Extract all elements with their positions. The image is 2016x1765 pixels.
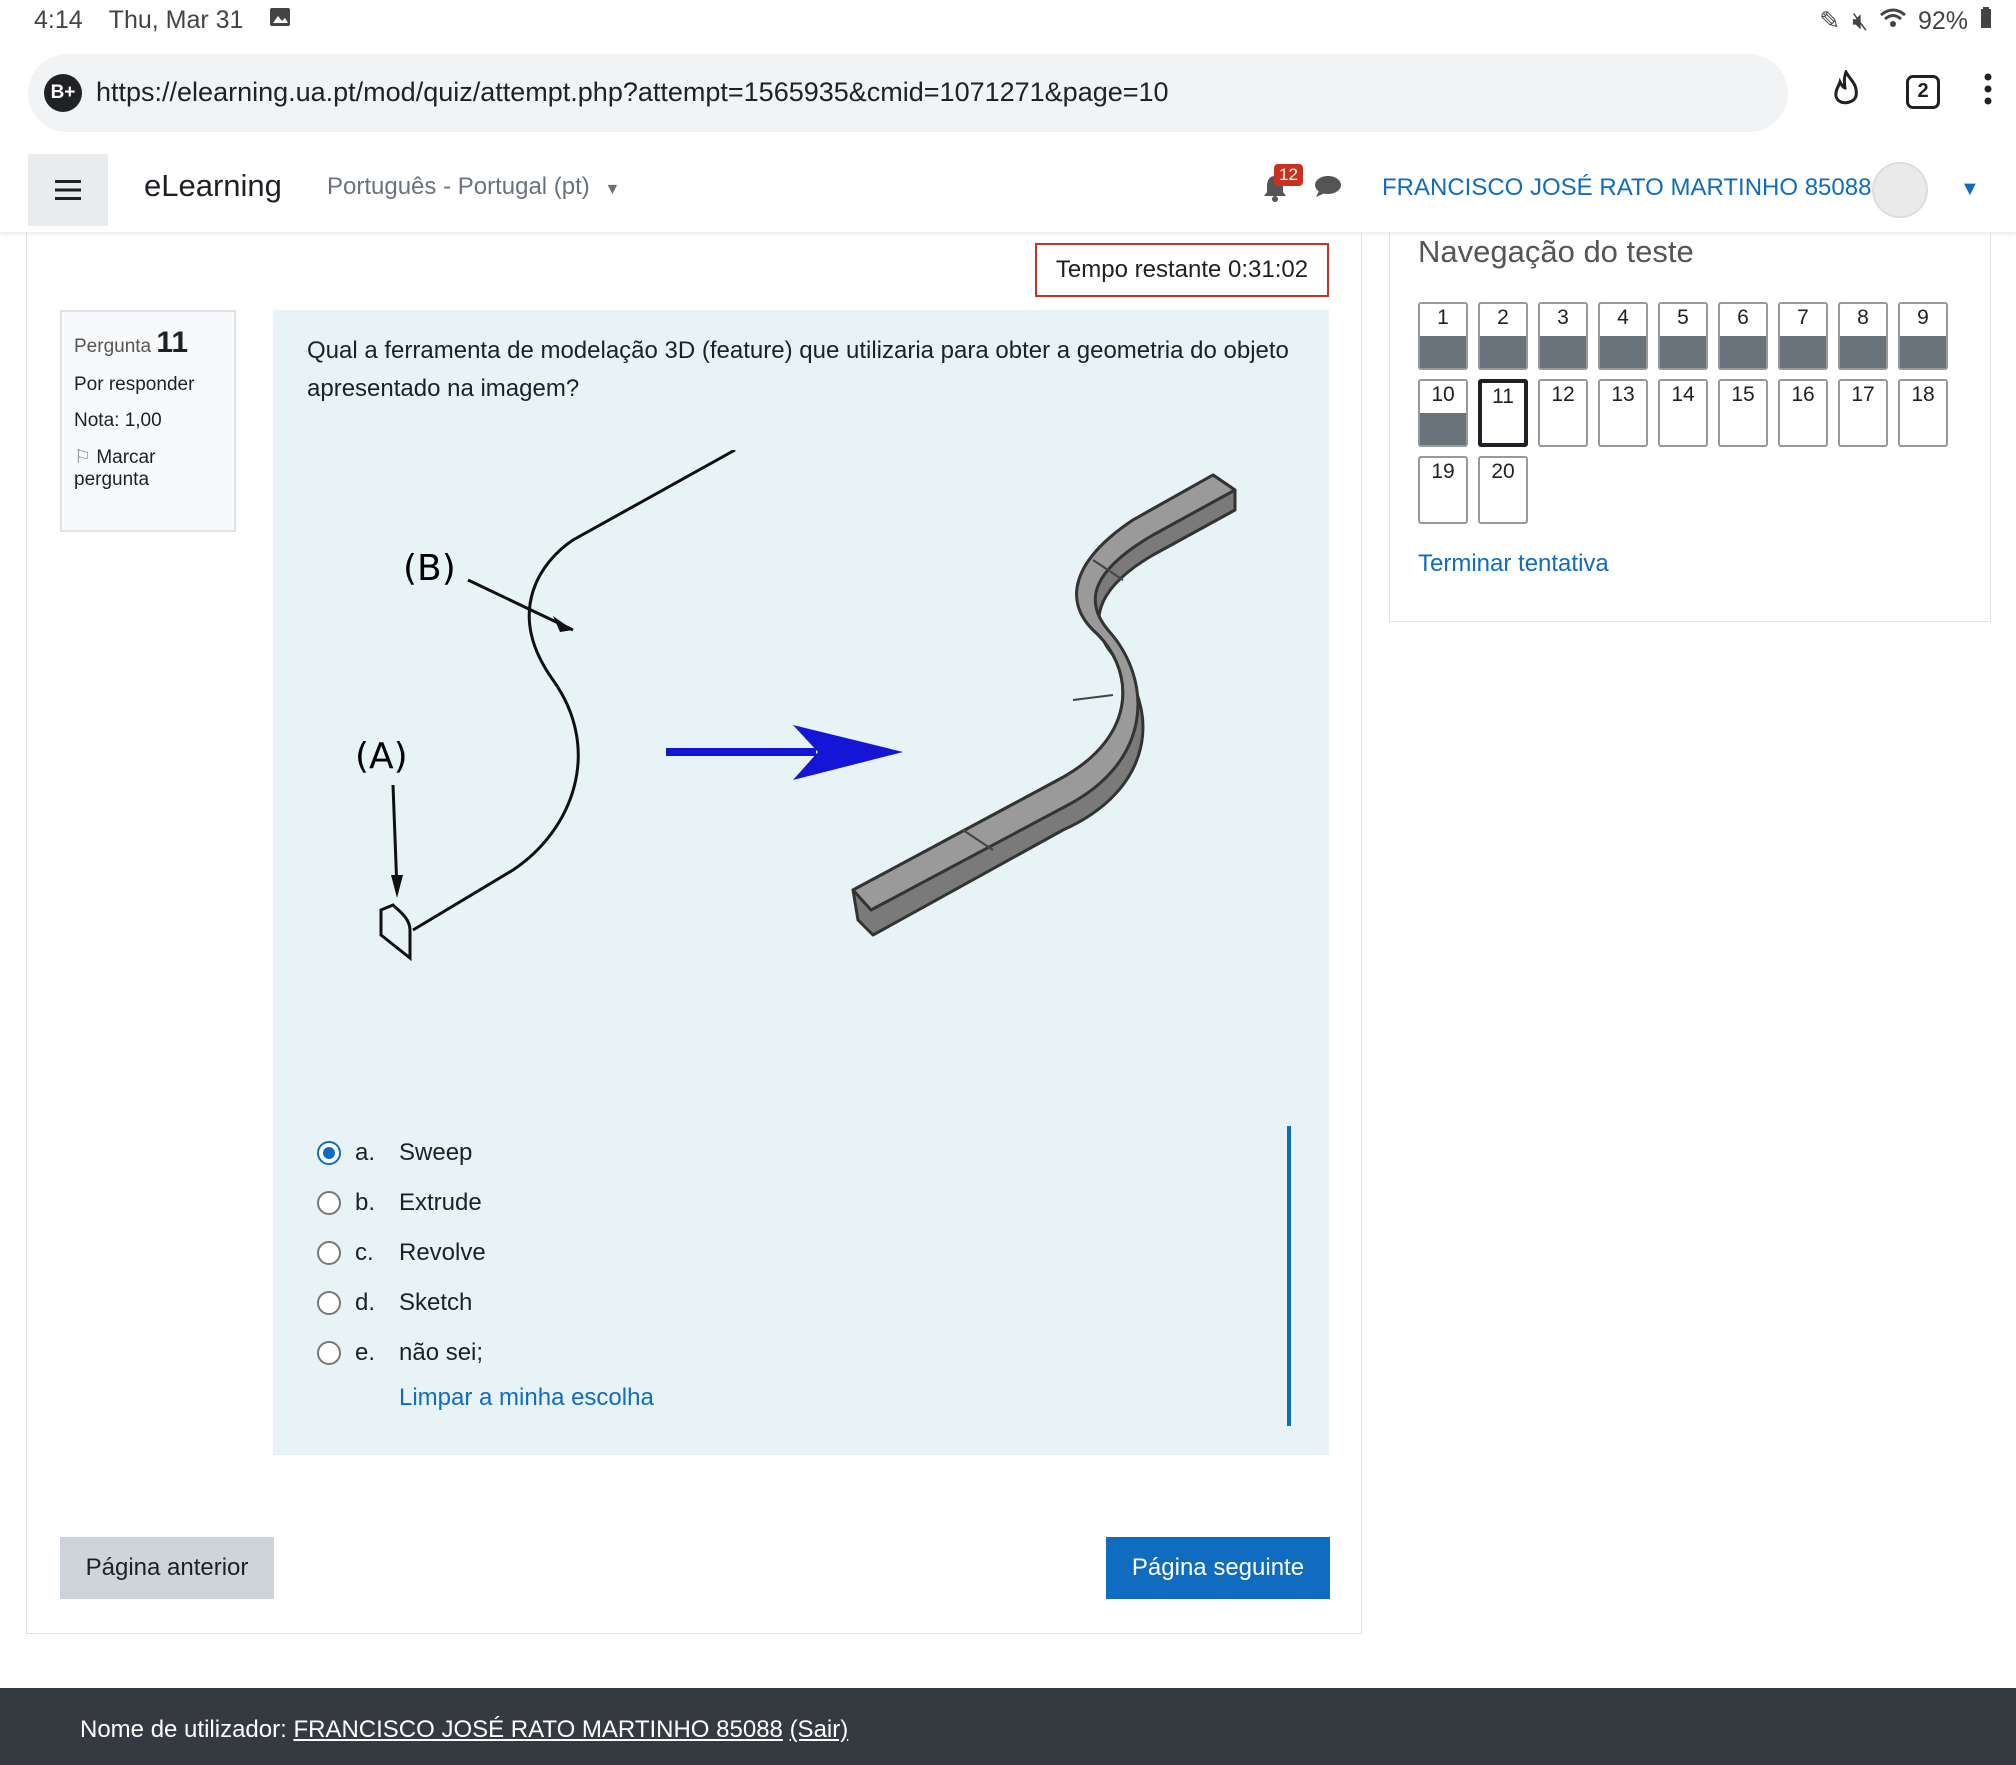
answer-label: Sweep (399, 1139, 473, 1166)
clear-choice-link[interactable]: Limpar a minha escolha (399, 1384, 654, 1412)
swept-solid (851, 473, 1237, 937)
label-a: (A) (355, 736, 408, 777)
question-content: Qual a ferramenta de modelação 3D (featu… (273, 310, 1329, 1455)
wifi-icon (1879, 7, 1906, 36)
question-figure: (B) (A) (355, 450, 1237, 962)
footer-login-info: Nome de utilizador: FRANCISCO JOSÉ RATO … (80, 1716, 849, 1743)
caret-down-icon: ▼ (604, 181, 621, 198)
logout-link[interactable]: (Sair) (790, 1716, 849, 1743)
site-navbar: eLearning Português - Portugal (pt) ▼ 12… (0, 148, 2016, 232)
quiz-nav-button-8[interactable]: 8 (1838, 302, 1888, 370)
user-menu-name[interactable]: FRANCISCO JOSÉ RATO MARTINHO 85088 (1382, 174, 1871, 202)
status-bar: 4:14 Thu, Mar 31 ✎ 🔇︎ 92% (0, 0, 2016, 42)
quiz-nav-button-14[interactable]: 14 (1658, 379, 1708, 447)
answer-focus-bar (1287, 1126, 1291, 1426)
quiz-nav-button-2[interactable]: 2 (1478, 302, 1528, 370)
answer-option-a[interactable]: a. Sweep (317, 1128, 654, 1178)
quiz-nav-button-16[interactable]: 16 (1778, 379, 1828, 447)
quiz-nav-button-9[interactable]: 9 (1898, 302, 1948, 370)
transform-arrow (666, 725, 903, 780)
quiz-nav-button-5[interactable]: 5 (1658, 302, 1708, 370)
flame-icon[interactable] (1830, 68, 1862, 113)
quiz-nav-button-12[interactable]: 12 (1538, 379, 1588, 447)
time-remaining: Tempo restante 0:31:02 (1035, 243, 1329, 297)
flag-icon: ⚐ (74, 447, 92, 468)
quiz-nav-button-18[interactable]: 18 (1898, 379, 1948, 447)
answer-option-b[interactable]: b. Extrude (317, 1178, 654, 1228)
site-brand[interactable]: eLearning (144, 168, 282, 204)
answer-option-d[interactable]: d. Sketch (317, 1278, 654, 1328)
answer-list: a. Sweep b. Extrude c. Revolve d. Sketch… (317, 1128, 654, 1412)
answer-radio-a[interactable] (317, 1141, 341, 1165)
quiz-nav-button-3[interactable]: 3 (1538, 302, 1588, 370)
label-b: (B) (403, 548, 456, 589)
footer-user-link[interactable]: FRANCISCO JOSÉ RATO MARTINHO 85088 (293, 1716, 782, 1743)
pen-icon: ✎ (1819, 7, 1841, 35)
answer-label: Revolve (399, 1239, 486, 1266)
answer-radio-c[interactable] (317, 1241, 341, 1265)
menu-toggle-button[interactable] (28, 154, 108, 226)
quiz-nav-button-11[interactable]: 11 (1478, 379, 1528, 447)
answer-label: não sei; (399, 1339, 484, 1366)
language-menu[interactable]: Português - Portugal (pt) ▼ (327, 173, 620, 201)
answer-radio-b[interactable] (317, 1191, 341, 1215)
mute-icon: 🔇︎ (1852, 6, 1868, 35)
answer-option-e[interactable]: e. não sei; (317, 1328, 654, 1378)
quiz-navigation: Navegação do teste 1 2 3 4 5 6 7 8 9 10 11 12 13 14 15… (1389, 232, 1991, 622)
page-footer: Nome de utilizador: FRANCISCO JOSÉ RATO … (0, 1688, 2016, 1765)
user-menu-caret-icon[interactable]: ▼ (1960, 178, 1980, 201)
quiz-nav-button-17[interactable]: 17 (1838, 379, 1888, 447)
previous-page-button[interactable]: Página anterior (60, 1537, 274, 1599)
quiz-nav-button-13[interactable]: 13 (1598, 379, 1648, 447)
battery-icon (1980, 6, 1992, 36)
clock: 4:14 (34, 6, 83, 34)
quiz-nav-button-1[interactable]: 1 (1418, 302, 1468, 370)
question-state: Por responder (74, 374, 195, 395)
quiz-nav-button-19[interactable]: 19 (1418, 456, 1468, 524)
question-grade: Nota: 1,00 (74, 410, 162, 431)
question-info: Pergunta 11 Por responder Nota: 1,00 ⚐ M… (60, 310, 236, 532)
notification-count-badge: 12 (1274, 164, 1303, 186)
quiz-nav-button-6[interactable]: 6 (1718, 302, 1768, 370)
gallery-icon (269, 6, 291, 35)
answer-label: Sketch (399, 1289, 473, 1316)
answer-radio-d[interactable] (317, 1291, 341, 1315)
finish-attempt-link[interactable]: Terminar tentativa (1418, 550, 1609, 578)
tab-switcher-button[interactable]: 2 (1906, 74, 1940, 109)
quiz-nav-button-15[interactable]: 15 (1718, 379, 1768, 447)
answer-label: Extrude (399, 1189, 482, 1216)
messages-icon[interactable] (1314, 174, 1342, 205)
sweep-profile (379, 903, 412, 962)
address-bar[interactable]: B+ https://elearning.ua.pt/mod/quiz/atte… (28, 54, 1788, 132)
quiz-nav-button-4[interactable]: 4 (1598, 302, 1648, 370)
flag-question-link[interactable]: ⚐ Marcar pergunta (74, 446, 222, 491)
site-security-icon[interactable]: B+ (44, 74, 82, 112)
language-label: Português - Portugal (pt) (327, 173, 590, 200)
next-page-button[interactable]: Página seguinte (1106, 1537, 1330, 1599)
overflow-menu-icon[interactable] (1984, 73, 1992, 110)
quiz-navigation-title: Navegação do teste (1418, 234, 1694, 269)
question-number: Pergunta 11 (74, 326, 189, 359)
url-text[interactable]: https://elearning.ua.pt/mod/quiz/attempt… (96, 77, 1169, 108)
answer-radio-e[interactable] (317, 1341, 341, 1365)
quiz-nav-button-20[interactable]: 20 (1478, 456, 1528, 524)
date: Thu, Mar 31 (108, 6, 244, 34)
quiz-nav-button-7[interactable]: 7 (1778, 302, 1828, 370)
avatar[interactable] (1872, 162, 1928, 218)
browser-actions: 2 (1830, 68, 1992, 113)
answer-option-c[interactable]: c. Revolve (317, 1228, 654, 1278)
battery-level: 92% (1917, 6, 1968, 35)
quiz-nav-button-10[interactable]: 10 (1418, 379, 1468, 447)
question-text: Qual a ferramenta de modelação 3D (featu… (307, 337, 1289, 402)
sweep-path (412, 450, 736, 932)
